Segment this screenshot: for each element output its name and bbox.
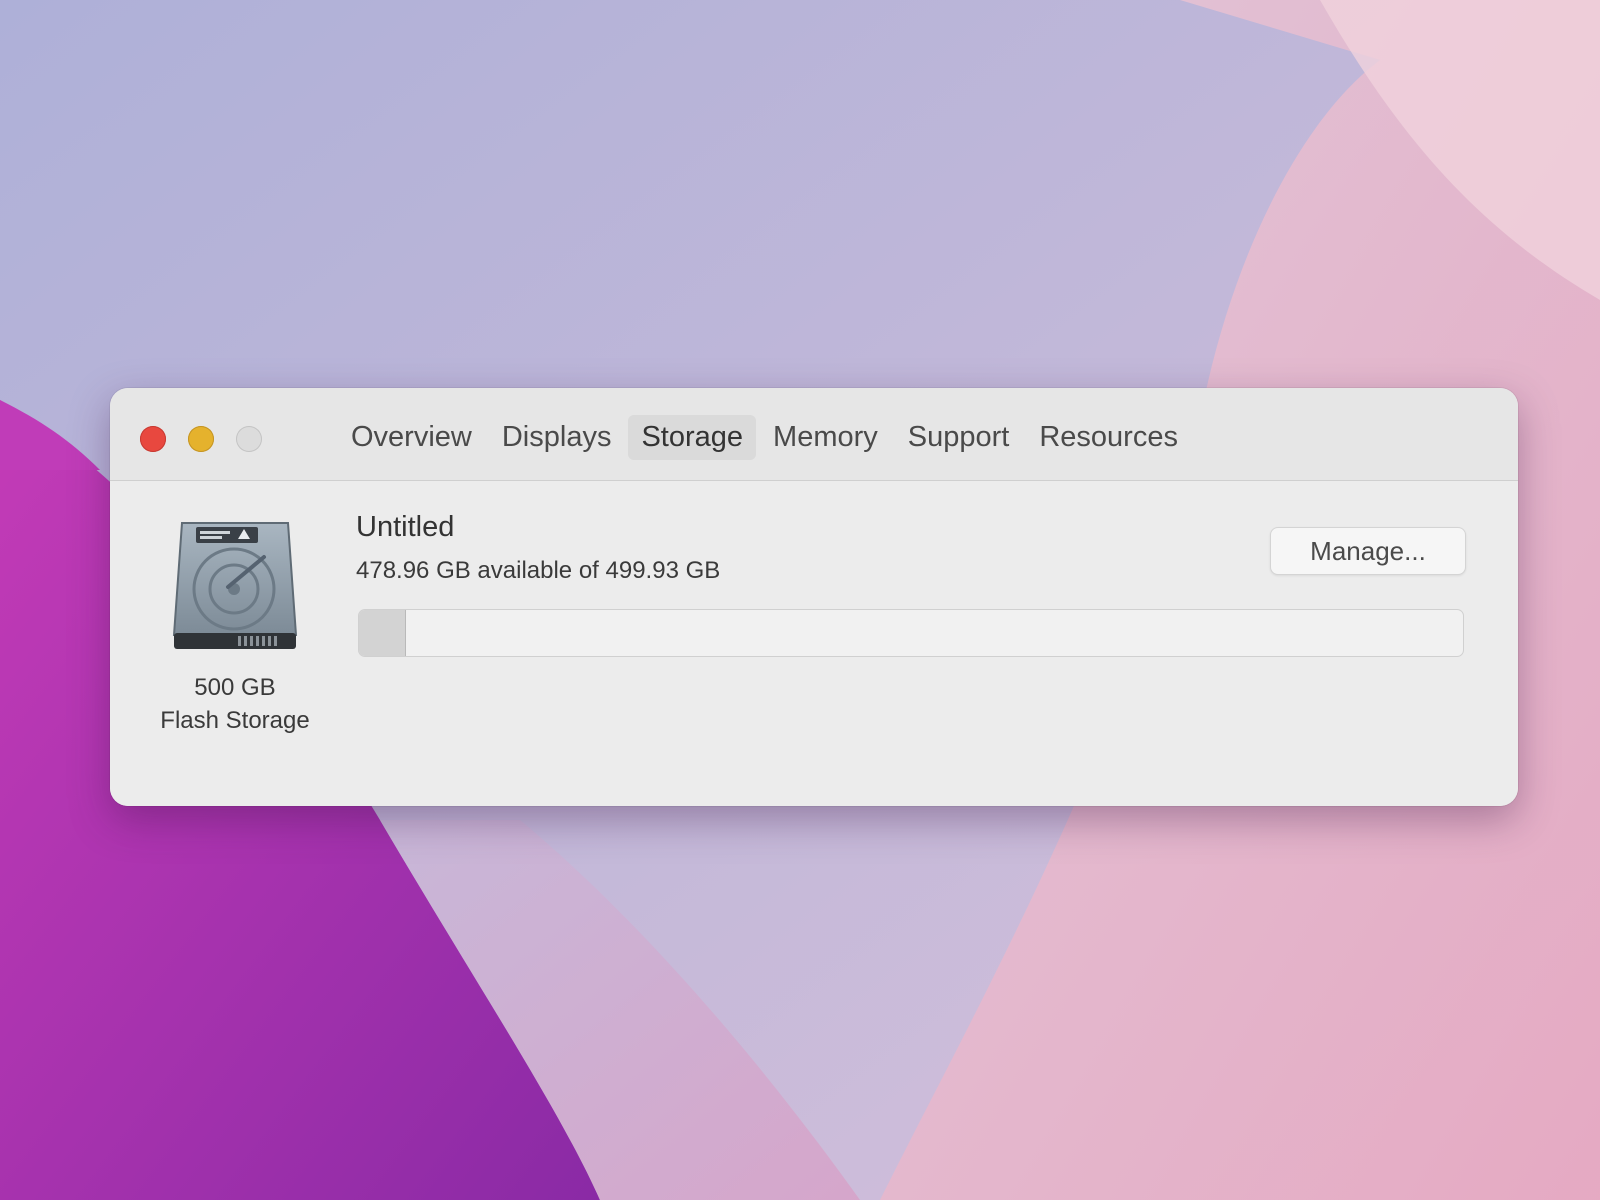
zoom-button[interactable]	[236, 426, 262, 452]
tab-memory[interactable]: Memory	[760, 415, 891, 460]
close-button[interactable]	[140, 426, 166, 452]
disk-caption: 500 GB Flash Storage	[130, 671, 340, 737]
tab-displays[interactable]: Displays	[489, 415, 625, 460]
storage-panel: 500 GB Flash Storage Untitled 478.96 GB …	[110, 481, 1518, 806]
tab-storage[interactable]: Storage	[628, 414, 757, 460]
about-this-mac-window: Overview Displays Storage Memory Support…	[110, 388, 1518, 806]
tab-bar: Overview Displays Storage Memory Support…	[338, 414, 1195, 460]
hard-drive-icon	[172, 522, 298, 649]
tab-overview[interactable]: Overview	[338, 415, 485, 460]
disk-type: Flash Storage	[160, 707, 310, 734]
tab-resources[interactable]: Resources	[1026, 415, 1191, 460]
volume-name: Untitled	[356, 511, 455, 543]
tab-support[interactable]: Support	[895, 415, 1023, 460]
storage-usage-fill	[359, 610, 407, 656]
manage-button[interactable]: Manage...	[1270, 527, 1466, 575]
storage-usage-bar	[358, 609, 1464, 657]
disk-size: 500 GB	[194, 674, 276, 701]
window-titlebar: Overview Displays Storage Memory Support…	[110, 388, 1518, 481]
volume-capacity-text: 478.96 GB available of 499.93 GB	[356, 557, 721, 584]
minimize-button[interactable]	[188, 426, 214, 452]
desktop: Overview Displays Storage Memory Support…	[0, 0, 1600, 1200]
